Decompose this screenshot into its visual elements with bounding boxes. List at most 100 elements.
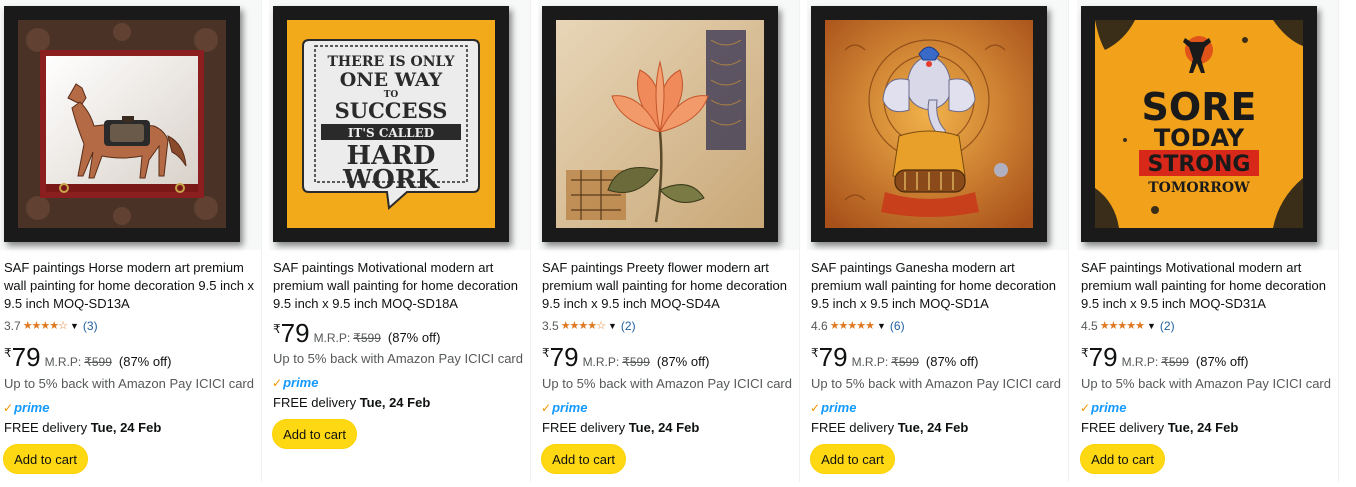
chevron-down-icon[interactable]: ▼ — [70, 318, 79, 334]
star-icons: ★★★★☆ — [22, 320, 68, 332]
delivery-date: Tue, 24 Feb — [359, 395, 431, 410]
delivery-info: FREE delivery Tue, 24 Feb — [811, 420, 968, 435]
success-quote-icon: THERE IS ONLY ONE WAY TO SUCCESS IT'S CA… — [287, 20, 495, 228]
discount-percent: (87% off) — [118, 354, 172, 369]
review-count-link[interactable]: (6) — [890, 318, 905, 334]
product-title[interactable]: SAF paintings Motivational modern art pr… — [273, 259, 527, 313]
add-to-cart-button[interactable]: Add to cart — [3, 444, 88, 474]
prime-check-icon: ✓ — [810, 400, 821, 415]
product-rating[interactable]: 3.7 ★★★★☆ ▼ (3) — [4, 318, 98, 334]
horse-painting-frame — [4, 6, 240, 242]
add-to-cart-button[interactable]: Add to cart — [810, 444, 895, 474]
prime-label: prime — [821, 400, 857, 415]
art-text-line: WORK — [342, 165, 440, 195]
currency-symbol: ₹ — [542, 346, 550, 360]
product-card: SAF paintings Horse modern art premium w… — [0, 0, 262, 487]
discount-percent: (87% off) — [925, 354, 979, 369]
price-row: ₹ 79 M.R.P: ₹599 (87% off) — [811, 342, 978, 372]
mrp-value: ₹599 — [1161, 355, 1189, 369]
star-icons: ★★★★★ — [1099, 320, 1145, 332]
product-image[interactable] — [807, 0, 1069, 250]
currency-symbol: ₹ — [1081, 346, 1089, 360]
chevron-down-icon[interactable]: ▼ — [608, 318, 617, 334]
ganesha-painting-frame — [811, 6, 1047, 242]
sore-today-quote-frame: SORE TODAY STRONG TOMORROW — [1081, 6, 1317, 242]
review-count-link[interactable]: (2) — [621, 318, 636, 334]
product-title[interactable]: SAF paintings Preety flower modern art p… — [542, 259, 796, 313]
price-row: ₹ 79 M.R.P: ₹599 (87% off) — [1081, 342, 1248, 372]
prime-check-icon: ✓ — [541, 400, 552, 415]
product-image[interactable] — [0, 0, 262, 250]
delivery-info: FREE delivery Tue, 24 Feb — [4, 420, 161, 435]
currency-symbol: ₹ — [4, 346, 12, 360]
price-value: 79 — [280, 318, 310, 348]
mrp-value: ₹599 — [622, 355, 650, 369]
product-title[interactable]: SAF paintings Motivational modern art pr… — [1081, 259, 1335, 313]
cashback-offer: Up to 5% back with Amazon Pay ICICI card — [811, 376, 1061, 391]
product-image[interactable]: THERE IS ONLY ONE WAY TO SUCCESS IT'S CA… — [269, 0, 531, 250]
prime-badge: ✓ prime — [1080, 400, 1126, 415]
delivery-info: FREE delivery Tue, 24 Feb — [542, 420, 699, 435]
rating-value: 4.5 — [1081, 319, 1098, 333]
delivery-info: FREE delivery Tue, 24 Feb — [273, 395, 430, 410]
delivery-info: FREE delivery Tue, 24 Feb — [1081, 420, 1238, 435]
art-text-line: SORE — [1142, 85, 1257, 129]
price-row: ₹ 79 M.R.P: ₹599 (87% off) — [4, 342, 171, 372]
add-to-cart-button[interactable]: Add to cart — [272, 419, 357, 449]
product-card: THERE IS ONLY ONE WAY TO SUCCESS IT'S CA… — [269, 0, 531, 487]
chevron-down-icon[interactable]: ▼ — [877, 318, 886, 334]
product-rating[interactable]: 3.5 ★★★★☆ ▼ (2) — [542, 318, 636, 334]
prime-badge: ✓ prime — [272, 375, 318, 390]
delivery-date: Tue, 24 Feb — [897, 420, 969, 435]
flower-painting-icon — [556, 20, 764, 228]
flower-painting-frame — [542, 6, 778, 242]
star-icons: ★★★★★ — [829, 320, 875, 332]
mrp-value: ₹599 — [891, 355, 919, 369]
product-title[interactable]: SAF paintings Ganesha modern art premium… — [811, 259, 1065, 313]
product-image[interactable]: SORE TODAY STRONG TOMORROW — [1077, 0, 1339, 250]
art-text-line: SUCCESS — [335, 98, 448, 123]
currency-symbol: ₹ — [273, 322, 281, 336]
star-icons: ★★★★☆ — [560, 320, 606, 332]
delivery-date: Tue, 24 Feb — [1167, 420, 1239, 435]
delivery-label: FREE delivery — [4, 420, 88, 435]
mrp-label: M.R.P: — [313, 331, 351, 345]
delivery-date: Tue, 24 Feb — [628, 420, 700, 435]
prime-label: prime — [283, 375, 319, 390]
discount-percent: (87% off) — [1195, 354, 1249, 369]
delivery-date: Tue, 24 Feb — [90, 420, 162, 435]
art-text-line: TOMORROW — [1148, 180, 1250, 196]
cashback-offer: Up to 5% back with Amazon Pay ICICI card — [542, 376, 792, 391]
horse-painting-icon — [18, 20, 226, 228]
ganesha-painting-icon — [825, 20, 1033, 228]
art-text-line: ONE WAY — [340, 69, 443, 91]
cashback-offer: Up to 5% back with Amazon Pay ICICI card — [1081, 376, 1331, 391]
price-row: ₹ 79 M.R.P: ₹599 (87% off) — [273, 318, 440, 348]
add-to-cart-button[interactable]: Add to cart — [541, 444, 626, 474]
product-card: SAF paintings Ganesha modern art premium… — [807, 0, 1069, 487]
mrp-value: ₹599 — [353, 331, 381, 345]
prime-label: prime — [14, 400, 50, 415]
product-rating[interactable]: 4.6 ★★★★★ ▼ (6) — [811, 318, 905, 334]
prime-badge: ✓ prime — [810, 400, 856, 415]
prime-check-icon: ✓ — [272, 375, 283, 390]
success-quote-frame: THERE IS ONLY ONE WAY TO SUCCESS IT'S CA… — [273, 6, 509, 242]
review-count-link[interactable]: (3) — [83, 318, 98, 334]
delivery-label: FREE delivery — [542, 420, 626, 435]
chevron-down-icon[interactable]: ▼ — [1147, 318, 1156, 334]
review-count-link[interactable]: (2) — [1160, 318, 1175, 334]
rating-value: 3.7 — [4, 319, 21, 333]
product-image[interactable] — [538, 0, 800, 250]
mrp-label: M.R.P: — [1121, 355, 1159, 369]
product-card: SORE TODAY STRONG TOMORROW SAF paintings… — [1077, 0, 1339, 487]
product-title[interactable]: SAF paintings Horse modern art premium w… — [4, 259, 258, 313]
mrp-label: M.R.P: — [582, 355, 620, 369]
add-to-cart-button[interactable]: Add to cart — [1080, 444, 1165, 474]
product-rating[interactable]: 4.5 ★★★★★ ▼ (2) — [1081, 318, 1175, 334]
price-value: 79 — [1088, 342, 1118, 372]
prime-check-icon: ✓ — [1080, 400, 1091, 415]
cashback-offer: Up to 5% back with Amazon Pay ICICI card — [4, 376, 254, 391]
price-value: 79 — [11, 342, 41, 372]
product-grid: SAF paintings Horse modern art premium w… — [0, 0, 1356, 487]
art-text-line: THERE IS ONLY — [328, 54, 456, 70]
